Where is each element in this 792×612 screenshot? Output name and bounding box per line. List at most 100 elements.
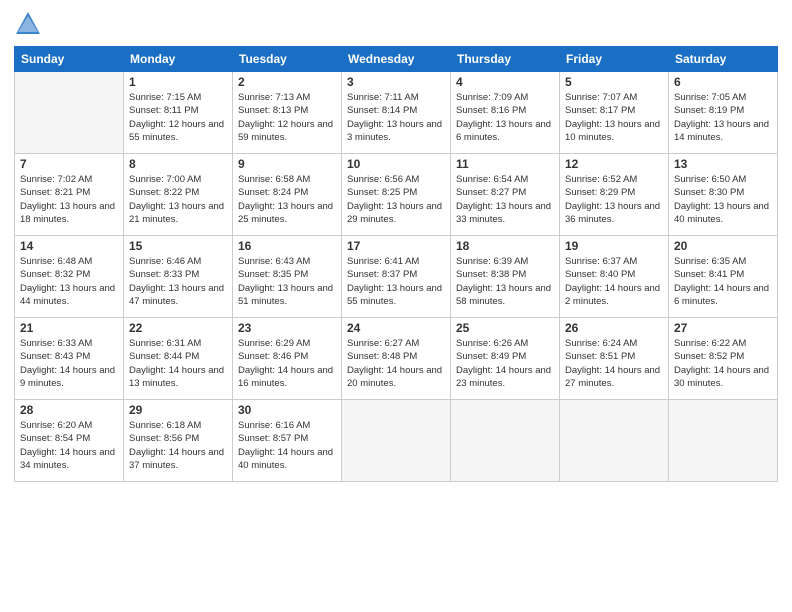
calendar-cell: 28 Sunrise: 6:20 AM Sunset: 8:54 PM Dayl… [15, 400, 124, 482]
day-number: 1 [129, 75, 227, 89]
daylight: Daylight: 13 hours and 58 minutes. [456, 282, 554, 309]
daylight: Daylight: 13 hours and 6 minutes. [456, 118, 554, 145]
weekday-header-tuesday: Tuesday [233, 47, 342, 72]
sunrise: Sunrise: 6:20 AM [20, 419, 118, 432]
day-info: Sunrise: 6:22 AM Sunset: 8:52 PM Dayligh… [674, 337, 772, 390]
day-info: Sunrise: 7:11 AM Sunset: 8:14 PM Dayligh… [347, 91, 445, 144]
sunset: Sunset: 8:22 PM [129, 186, 227, 199]
calendar-cell: 27 Sunrise: 6:22 AM Sunset: 8:52 PM Dayl… [669, 318, 778, 400]
calendar-cell: 4 Sunrise: 7:09 AM Sunset: 8:16 PM Dayli… [451, 72, 560, 154]
daylight: Daylight: 13 hours and 40 minutes. [674, 200, 772, 227]
daylight: Daylight: 13 hours and 29 minutes. [347, 200, 445, 227]
daylight: Daylight: 14 hours and 40 minutes. [238, 446, 336, 473]
calendar-cell [15, 72, 124, 154]
day-info: Sunrise: 6:41 AM Sunset: 8:37 PM Dayligh… [347, 255, 445, 308]
day-number: 10 [347, 157, 445, 171]
sunset: Sunset: 8:38 PM [456, 268, 554, 281]
day-number: 6 [674, 75, 772, 89]
sunset: Sunset: 8:21 PM [20, 186, 118, 199]
sunset: Sunset: 8:35 PM [238, 268, 336, 281]
calendar-cell: 26 Sunrise: 6:24 AM Sunset: 8:51 PM Dayl… [560, 318, 669, 400]
day-info: Sunrise: 7:02 AM Sunset: 8:21 PM Dayligh… [20, 173, 118, 226]
calendar-cell: 1 Sunrise: 7:15 AM Sunset: 8:11 PM Dayli… [124, 72, 233, 154]
calendar-cell: 22 Sunrise: 6:31 AM Sunset: 8:44 PM Dayl… [124, 318, 233, 400]
sunrise: Sunrise: 6:35 AM [674, 255, 772, 268]
sunset: Sunset: 8:25 PM [347, 186, 445, 199]
calendar-cell [669, 400, 778, 482]
day-number: 16 [238, 239, 336, 253]
sunset: Sunset: 8:44 PM [129, 350, 227, 363]
logo [14, 10, 44, 38]
calendar: SundayMondayTuesdayWednesdayThursdayFrid… [14, 46, 778, 482]
calendar-cell: 16 Sunrise: 6:43 AM Sunset: 8:35 PM Dayl… [233, 236, 342, 318]
day-number: 8 [129, 157, 227, 171]
sunset: Sunset: 8:17 PM [565, 104, 663, 117]
sunrise: Sunrise: 7:11 AM [347, 91, 445, 104]
sunrise: Sunrise: 6:54 AM [456, 173, 554, 186]
sunrise: Sunrise: 6:27 AM [347, 337, 445, 350]
sunset: Sunset: 8:29 PM [565, 186, 663, 199]
calendar-cell: 18 Sunrise: 6:39 AM Sunset: 8:38 PM Dayl… [451, 236, 560, 318]
sunset: Sunset: 8:16 PM [456, 104, 554, 117]
sunrise: Sunrise: 6:31 AM [129, 337, 227, 350]
calendar-cell: 11 Sunrise: 6:54 AM Sunset: 8:27 PM Dayl… [451, 154, 560, 236]
day-number: 15 [129, 239, 227, 253]
daylight: Daylight: 12 hours and 55 minutes. [129, 118, 227, 145]
sunrise: Sunrise: 7:09 AM [456, 91, 554, 104]
calendar-cell [451, 400, 560, 482]
calendar-cell: 29 Sunrise: 6:18 AM Sunset: 8:56 PM Dayl… [124, 400, 233, 482]
daylight: Daylight: 14 hours and 2 minutes. [565, 282, 663, 309]
page: SundayMondayTuesdayWednesdayThursdayFrid… [0, 0, 792, 612]
daylight: Daylight: 14 hours and 37 minutes. [129, 446, 227, 473]
sunrise: Sunrise: 7:13 AM [238, 91, 336, 104]
calendar-cell: 17 Sunrise: 6:41 AM Sunset: 8:37 PM Dayl… [342, 236, 451, 318]
daylight: Daylight: 14 hours and 23 minutes. [456, 364, 554, 391]
sunset: Sunset: 8:30 PM [674, 186, 772, 199]
week-row-4: 28 Sunrise: 6:20 AM Sunset: 8:54 PM Dayl… [15, 400, 778, 482]
sunset: Sunset: 8:19 PM [674, 104, 772, 117]
sunrise: Sunrise: 7:07 AM [565, 91, 663, 104]
calendar-cell: 5 Sunrise: 7:07 AM Sunset: 8:17 PM Dayli… [560, 72, 669, 154]
week-row-2: 14 Sunrise: 6:48 AM Sunset: 8:32 PM Dayl… [15, 236, 778, 318]
calendar-cell: 8 Sunrise: 7:00 AM Sunset: 8:22 PM Dayli… [124, 154, 233, 236]
daylight: Daylight: 13 hours and 3 minutes. [347, 118, 445, 145]
day-number: 20 [674, 239, 772, 253]
calendar-cell: 6 Sunrise: 7:05 AM Sunset: 8:19 PM Dayli… [669, 72, 778, 154]
day-number: 19 [565, 239, 663, 253]
calendar-cell: 2 Sunrise: 7:13 AM Sunset: 8:13 PM Dayli… [233, 72, 342, 154]
day-info: Sunrise: 6:31 AM Sunset: 8:44 PM Dayligh… [129, 337, 227, 390]
weekday-header-thursday: Thursday [451, 47, 560, 72]
sunrise: Sunrise: 6:46 AM [129, 255, 227, 268]
day-number: 3 [347, 75, 445, 89]
weekday-header-sunday: Sunday [15, 47, 124, 72]
sunrise: Sunrise: 6:43 AM [238, 255, 336, 268]
week-row-0: 1 Sunrise: 7:15 AM Sunset: 8:11 PM Dayli… [15, 72, 778, 154]
sunrise: Sunrise: 6:52 AM [565, 173, 663, 186]
day-info: Sunrise: 6:48 AM Sunset: 8:32 PM Dayligh… [20, 255, 118, 308]
day-info: Sunrise: 6:20 AM Sunset: 8:54 PM Dayligh… [20, 419, 118, 472]
sunset: Sunset: 8:43 PM [20, 350, 118, 363]
day-number: 11 [456, 157, 554, 171]
daylight: Daylight: 13 hours and 10 minutes. [565, 118, 663, 145]
week-row-3: 21 Sunrise: 6:33 AM Sunset: 8:43 PM Dayl… [15, 318, 778, 400]
sunrise: Sunrise: 6:39 AM [456, 255, 554, 268]
calendar-cell: 23 Sunrise: 6:29 AM Sunset: 8:46 PM Dayl… [233, 318, 342, 400]
sunset: Sunset: 8:46 PM [238, 350, 336, 363]
day-info: Sunrise: 6:26 AM Sunset: 8:49 PM Dayligh… [456, 337, 554, 390]
sunset: Sunset: 8:54 PM [20, 432, 118, 445]
day-number: 13 [674, 157, 772, 171]
day-info: Sunrise: 7:05 AM Sunset: 8:19 PM Dayligh… [674, 91, 772, 144]
day-info: Sunrise: 6:50 AM Sunset: 8:30 PM Dayligh… [674, 173, 772, 226]
daylight: Daylight: 14 hours and 16 minutes. [238, 364, 336, 391]
sunset: Sunset: 8:13 PM [238, 104, 336, 117]
day-info: Sunrise: 6:46 AM Sunset: 8:33 PM Dayligh… [129, 255, 227, 308]
sunset: Sunset: 8:40 PM [565, 268, 663, 281]
sunset: Sunset: 8:14 PM [347, 104, 445, 117]
day-number: 18 [456, 239, 554, 253]
day-info: Sunrise: 6:33 AM Sunset: 8:43 PM Dayligh… [20, 337, 118, 390]
daylight: Daylight: 14 hours and 27 minutes. [565, 364, 663, 391]
daylight: Daylight: 13 hours and 36 minutes. [565, 200, 663, 227]
day-info: Sunrise: 7:09 AM Sunset: 8:16 PM Dayligh… [456, 91, 554, 144]
day-info: Sunrise: 7:15 AM Sunset: 8:11 PM Dayligh… [129, 91, 227, 144]
day-number: 17 [347, 239, 445, 253]
